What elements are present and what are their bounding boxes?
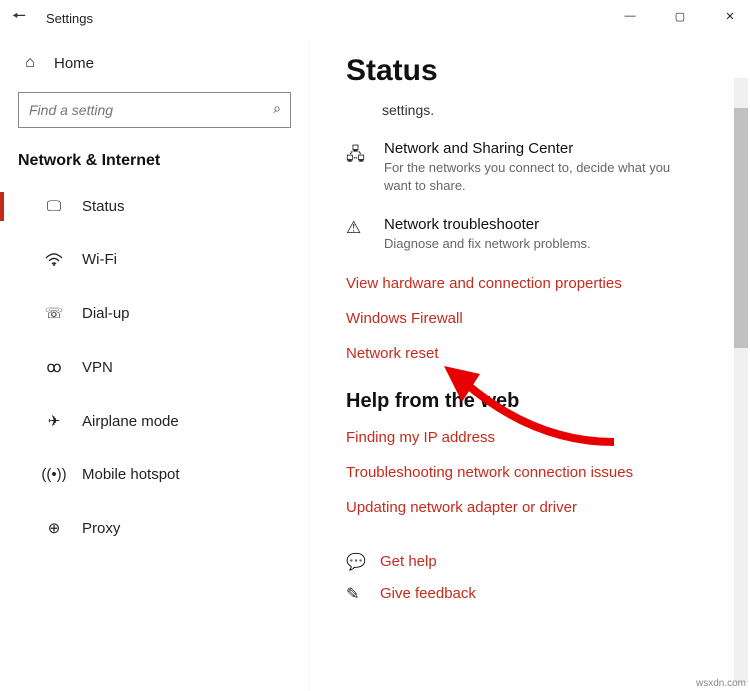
sidebar-item-airplane[interactable]: ✈ Airplane mode xyxy=(14,400,309,442)
sidebar-item-label: VPN xyxy=(82,359,113,376)
search-icon: ⌕ xyxy=(273,100,281,117)
wifi-icon xyxy=(44,253,64,267)
row-title: Network troubleshooter xyxy=(384,216,591,233)
link-network-reset[interactable]: Network reset xyxy=(346,345,728,362)
help-heading: Help from the web xyxy=(346,390,728,413)
proxy-icon: ⊕ xyxy=(44,519,64,537)
home-icon: ⌂ xyxy=(20,54,40,72)
page-title: Status xyxy=(346,54,728,88)
sidebar-item-label: Mobile hotspot xyxy=(82,466,180,483)
main-panel: Status settings. 🖧 Network and Sharing C… xyxy=(310,36,750,691)
scrollbar[interactable] xyxy=(734,78,748,683)
scrollbar-thumb[interactable] xyxy=(734,108,748,348)
vpn-icon: ꝏ xyxy=(44,358,64,376)
get-help-row[interactable]: 💬 Get help xyxy=(346,552,728,572)
window-controls: — ▢ ✕ xyxy=(616,6,744,26)
hotspot-icon: ((•)) xyxy=(44,466,64,483)
row-desc: For the networks you connect to, decide … xyxy=(384,159,694,194)
get-help-link: Get help xyxy=(380,553,437,570)
sidebar-item-label: Proxy xyxy=(82,520,120,537)
airplane-icon: ✈ xyxy=(44,412,64,430)
sidebar-item-wifi[interactable]: Wi-Fi xyxy=(14,239,309,280)
sidebar-item-label: Wi-Fi xyxy=(82,251,117,268)
feedback-row[interactable]: ✎ Give feedback xyxy=(346,584,728,604)
sidebar-item-status[interactable]: 🖵 Status xyxy=(14,186,309,227)
row-desc: Diagnose and fix network problems. xyxy=(384,235,591,253)
row-title: Network and Sharing Center xyxy=(384,140,694,157)
feedback-link: Give feedback xyxy=(380,585,476,602)
feedback-icon: ✎ xyxy=(346,584,366,604)
home-label: Home xyxy=(54,55,94,72)
watermark: wsxdn.com xyxy=(696,678,746,689)
sharing-center-row[interactable]: 🖧 Network and Sharing Center For the net… xyxy=(346,140,728,194)
help-link-ip[interactable]: Finding my IP address xyxy=(346,429,728,446)
window-title: Settings xyxy=(46,11,93,26)
maximize-button[interactable]: ▢ xyxy=(666,6,694,26)
sidebar-item-vpn[interactable]: ꝏ VPN xyxy=(14,346,309,388)
back-icon[interactable]: 🠔 xyxy=(12,5,36,32)
troubleshooter-row[interactable]: ⚠ Network troubleshooter Diagnose and fi… xyxy=(346,216,728,253)
link-hardware[interactable]: View hardware and connection properties xyxy=(346,275,728,292)
sidebar-item-hotspot[interactable]: ((•)) Mobile hotspot xyxy=(14,454,309,495)
sidebar-item-proxy[interactable]: ⊕ Proxy xyxy=(14,507,309,549)
help-link-troubleshoot[interactable]: Troubleshooting network connection issue… xyxy=(346,464,728,481)
help-link-adapter[interactable]: Updating network adapter or driver xyxy=(346,499,728,516)
dialup-icon: ☏ xyxy=(44,304,64,322)
status-icon: 🖵 xyxy=(44,198,64,215)
sidebar-item-label: Airplane mode xyxy=(82,413,179,430)
minimize-button[interactable]: — xyxy=(616,6,644,26)
chat-icon: 💬 xyxy=(346,552,366,572)
sidebar-item-label: Dial-up xyxy=(82,305,130,322)
home-nav[interactable]: ⌂ Home xyxy=(14,44,309,82)
sub-text: settings. xyxy=(382,102,728,118)
link-firewall[interactable]: Windows Firewall xyxy=(346,310,728,327)
sharing-icon: 🖧 xyxy=(346,140,368,194)
sidebar-item-label: Status xyxy=(82,198,125,215)
close-button[interactable]: ✕ xyxy=(716,6,744,26)
category-label: Network & Internet xyxy=(14,146,309,186)
sidebar-item-dialup[interactable]: ☏ Dial-up xyxy=(14,292,309,334)
search-input[interactable] xyxy=(18,92,291,128)
sidebar: ⌂ Home ⌕ Network & Internet 🖵 Status Wi-… xyxy=(0,36,310,691)
warning-icon: ⚠ xyxy=(346,216,368,253)
